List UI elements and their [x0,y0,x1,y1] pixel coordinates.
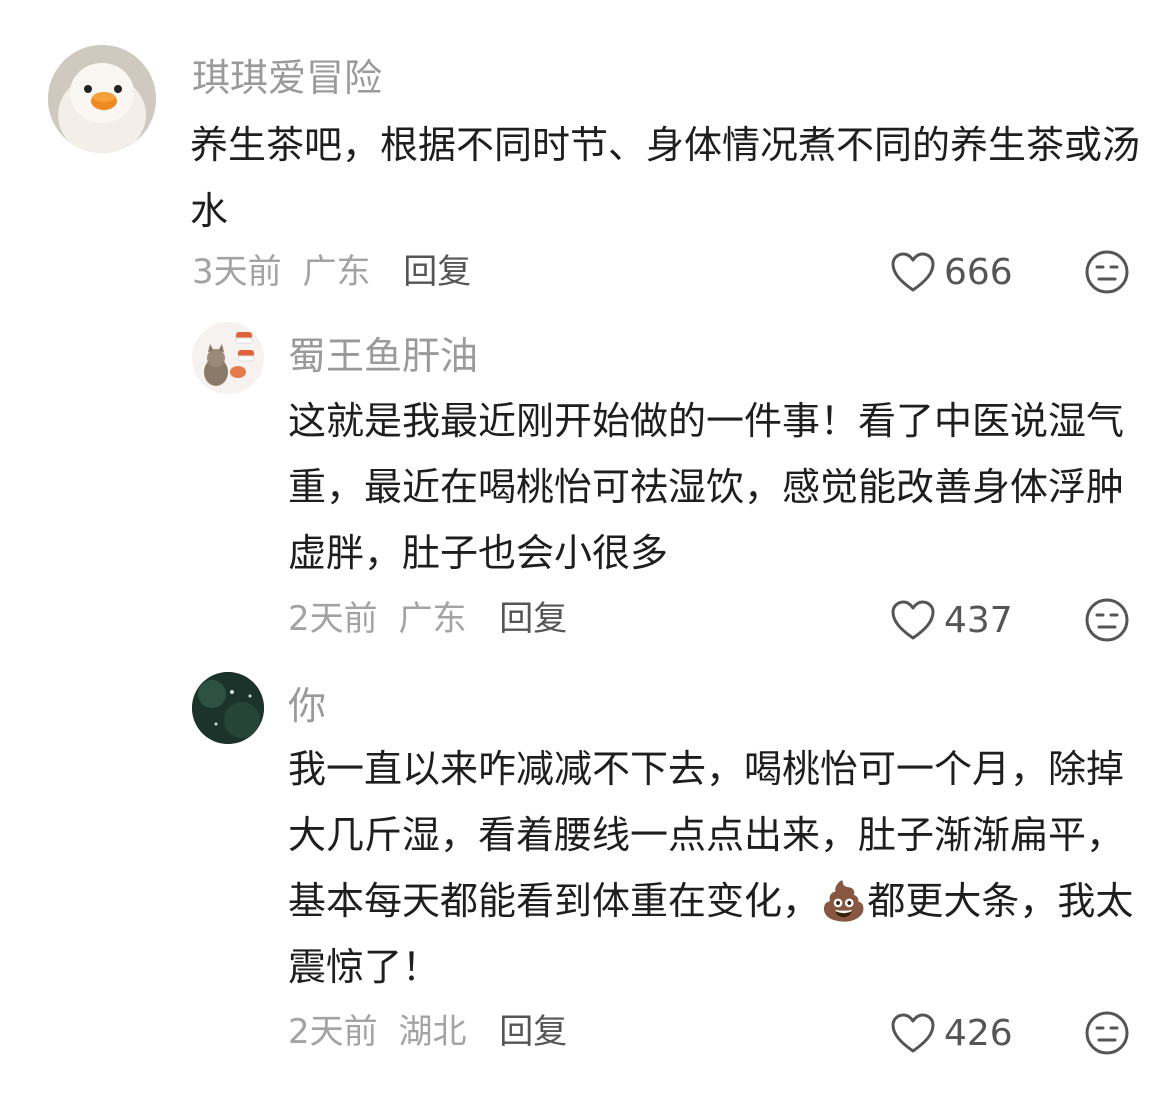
comment-meta: 2天前 广东 回复 [288,597,567,641]
comment-text: 我一直以来咋减减不下去，喝桃怡可一个月，除掉大几斤湿，看着腰线一点点出来，肚子渐… [288,736,1138,1000]
avatar[interactable] [192,672,264,744]
avatar[interactable] [48,45,156,153]
dislike-face-icon[interactable] [1084,597,1130,643]
avatar[interactable] [192,322,264,394]
dark-green-avatar-icon [192,672,264,744]
like-button[interactable]: 666 [890,247,1013,297]
comment-time: 3天前 [192,252,282,292]
heart-icon [891,252,935,292]
duck-plush-avatar-icon [48,45,156,153]
comment-time: 2天前 [288,599,378,639]
username[interactable]: 蜀王鱼肝油 [288,334,478,378]
comment-location: 广东 [398,599,467,639]
username[interactable]: 你 [288,684,326,728]
comment-location: 湖北 [398,1012,467,1052]
comment-meta: 2天前 湖北 回复 [288,1010,567,1054]
username[interactable]: 琪琪爱冒险 [192,56,382,100]
like-button[interactable]: 426 [890,1008,1013,1058]
dislike-face-icon[interactable] [1084,249,1130,295]
comment-time: 2天前 [288,1012,378,1052]
heart-icon [891,600,935,640]
reply-button[interactable]: 回复 [499,599,567,639]
reply-button[interactable]: 回复 [499,1012,567,1052]
comment-text: 这就是我最近刚开始做的一件事！看了中医说湿气重，最近在喝桃怡可祛湿饮，感觉能改善… [288,399,1125,575]
reply-button[interactable]: 回复 [403,252,471,292]
dislike-face-icon[interactable] [1084,1010,1130,1056]
cat-sushi-avatar-icon [192,322,264,394]
like-count: 426 [944,1012,1013,1054]
comment-meta: 3天前 广东 回复 [192,250,471,294]
comment-text: 养生茶吧，根据不同时节、身体情况煮不同的养生茶或汤水 [190,123,1141,233]
like-count: 437 [944,599,1013,641]
like-button[interactable]: 437 [890,595,1013,645]
poop-emoji-icon: 💩 [820,879,868,923]
comment-location: 广东 [302,252,371,292]
like-count: 666 [944,251,1013,293]
heart-icon [891,1013,935,1053]
